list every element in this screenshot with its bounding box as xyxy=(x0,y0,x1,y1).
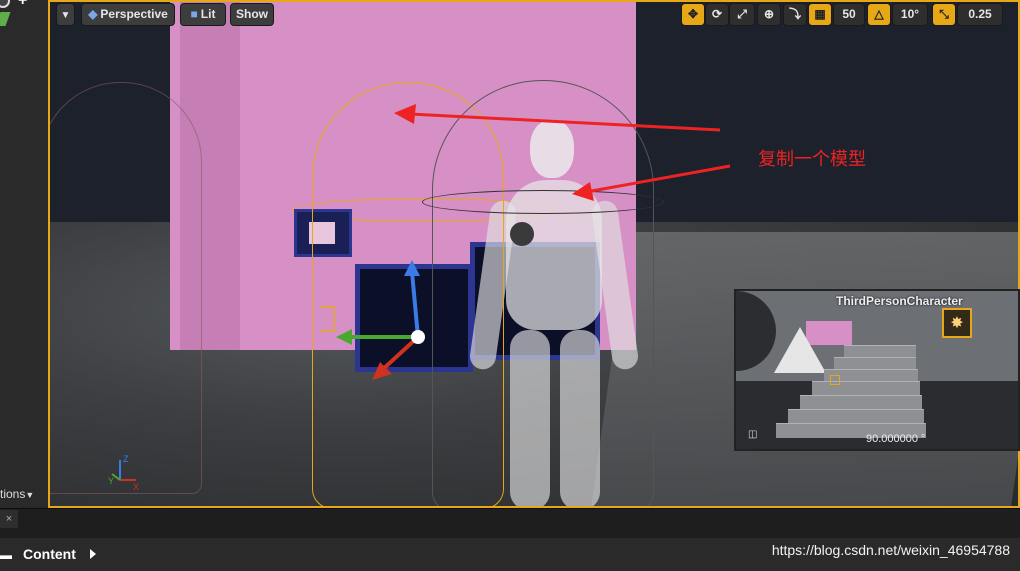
grid-snap-value-label: 50 xyxy=(842,7,856,21)
preview-stair-step xyxy=(812,381,920,396)
grid-icon: ▦ xyxy=(814,7,826,21)
lit-button[interactable]: ■ Lit xyxy=(180,3,226,26)
surface-snap-icon: ⤵ xyxy=(788,7,801,21)
surface-snap-button[interactable]: ⤵ xyxy=(783,3,807,26)
preview-player-start-marker xyxy=(830,375,840,385)
preview-title: ThirdPersonCharacter xyxy=(836,294,963,308)
close-tab-icon[interactable]: × xyxy=(0,510,18,528)
axis-x-label: X xyxy=(133,482,139,492)
add-icon[interactable]: + xyxy=(18,0,27,10)
axis-z-label: Z xyxy=(123,454,129,464)
globe-icon: ⊕ xyxy=(763,7,775,21)
options-label: tions xyxy=(0,487,26,501)
world-local-toggle[interactable]: ⊕ xyxy=(757,3,781,26)
options-dropdown[interactable]: tions▼ xyxy=(0,484,46,504)
preview-rotation-value: 90.000000 ° xyxy=(866,433,926,445)
light-source-icon: ✸ xyxy=(942,308,972,338)
chevron-right-icon[interactable] xyxy=(90,549,96,559)
mode-tool-icons: + xyxy=(0,0,48,32)
rotate-tool-button[interactable]: ⟳ xyxy=(705,3,729,26)
annotation-arrow-2 xyxy=(585,164,731,194)
move-arrows-icon: ✥ xyxy=(687,7,699,21)
show-label: Show xyxy=(236,7,268,21)
angle-icon: △ xyxy=(874,7,884,21)
tab-bar xyxy=(0,508,1020,539)
scale-snap-value-label: 0.25 xyxy=(968,7,992,21)
blog-watermark: https://blog.csdn.net/weixin_46954788 xyxy=(771,542,1010,558)
lit-cube-icon: ■ xyxy=(190,7,198,21)
grid-snap-value[interactable]: 50 xyxy=(833,3,865,26)
perspective-label: Perspective xyxy=(100,7,168,21)
axis-y-label: Y xyxy=(108,476,114,486)
rotate-icon: ⟳ xyxy=(711,7,723,21)
show-button[interactable]: Show xyxy=(230,3,274,26)
pencil-icon[interactable] xyxy=(0,12,11,26)
scale-snap-value[interactable]: 0.25 xyxy=(957,3,1003,26)
viewport-options-button[interactable]: ▼ xyxy=(56,3,75,26)
annotation-text: 复制一个模型 xyxy=(758,149,866,169)
annotation-arrowhead-1 xyxy=(394,104,416,124)
grid-snap-toggle[interactable]: ▦ xyxy=(808,3,832,26)
rotation-snap-value[interactable]: 10° xyxy=(892,3,928,26)
translate-tool-button[interactable]: ✥ xyxy=(681,3,705,26)
camera-preview: ThirdPersonCharacter ✸ ◫ 90.000000 ° xyxy=(734,289,1020,451)
scale-icon: ⤢ xyxy=(737,7,747,21)
left-panel: + tions▼ xyxy=(0,0,49,508)
rotation-snap-value-label: 10° xyxy=(900,7,920,21)
lit-label: Lit xyxy=(200,7,216,21)
perspective-icon: ◆ xyxy=(88,7,98,21)
annotation-arrow-1 xyxy=(409,112,721,132)
folder-icon: ▬ xyxy=(0,548,12,562)
preview-camera-icon: ◫ xyxy=(748,429,758,440)
scale-snap-icon: ⤡ xyxy=(939,7,949,21)
annotation-arrowhead-2 xyxy=(572,182,594,201)
preview-stair-step xyxy=(788,409,924,424)
world-axis-indicator: X Y Z xyxy=(108,454,139,492)
content-label[interactable]: Content xyxy=(23,546,76,562)
scale-snap-toggle[interactable]: ⤡ xyxy=(932,3,956,26)
scale-tool-button[interactable]: ⤢ xyxy=(729,3,755,26)
chevron-down-icon: ▼ xyxy=(60,10,71,21)
dropdown-arrow-icon: ▼ xyxy=(25,490,35,500)
rotation-snap-toggle[interactable]: △ xyxy=(867,3,891,26)
paint-mode-icon[interactable] xyxy=(0,0,10,8)
preview-cone xyxy=(774,327,826,373)
perspective-button[interactable]: ◆ Perspective xyxy=(81,3,175,26)
preview-stair-step xyxy=(800,395,922,410)
